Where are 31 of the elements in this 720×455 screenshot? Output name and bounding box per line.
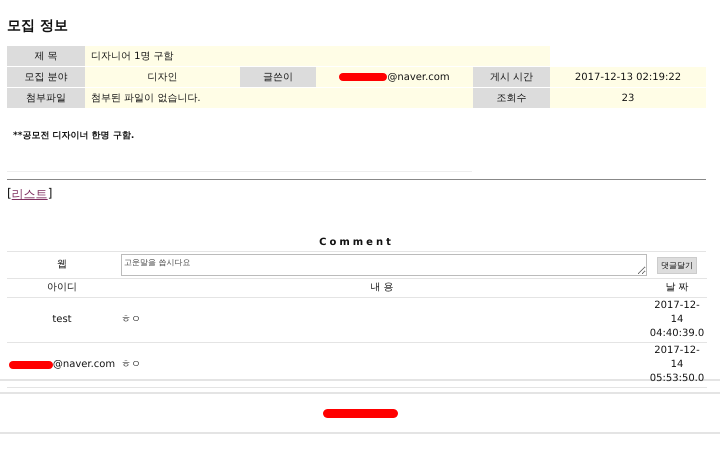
field-label: 제 목 bbox=[7, 46, 85, 67]
field-label: 조회수 bbox=[473, 88, 550, 109]
comment-input[interactable]: 고운말을 씁시다요 bbox=[121, 254, 647, 276]
table-cell: ㅎㅇ bbox=[121, 358, 141, 372]
list-link[interactable]: 리스트 bbox=[12, 186, 48, 203]
field-label: 글쓴이 bbox=[240, 67, 316, 88]
comment-title: Comment bbox=[318, 237, 395, 250]
table-cell: @naver.com bbox=[52, 358, 116, 372]
table-cell: test bbox=[52, 313, 72, 327]
post-body: **공모전 디자이너 한명 구함. bbox=[12, 130, 136, 143]
field-value: 2017-12-13 02:19:22 bbox=[550, 67, 706, 88]
field-value: 23 bbox=[550, 88, 706, 109]
field-value: 첨부된 파일이 없습니다. bbox=[85, 88, 473, 109]
bracket: ] bbox=[48, 186, 52, 202]
column-header: 아이디 bbox=[47, 281, 77, 295]
column-header: 날 짜 bbox=[665, 281, 689, 295]
redaction-mark bbox=[339, 73, 388, 81]
table-cell: 2017-12- 14 05:53:50.0 bbox=[650, 344, 704, 386]
field-label: 모집 분야 bbox=[7, 67, 85, 88]
table-cell: ㅎㅇ bbox=[121, 313, 141, 327]
field-value: 디자니어 1명 구함 bbox=[85, 46, 550, 67]
field-label: 게시 시간 bbox=[473, 67, 550, 88]
page-title: 모집 정보 bbox=[7, 17, 69, 36]
table-cell: 2017-12- 14 04:40:39.0 bbox=[650, 299, 704, 341]
writer-label: 웹 bbox=[57, 258, 67, 272]
field-label: 첨부파일 bbox=[7, 88, 85, 109]
submit-comment-button[interactable]: 댓글달기 bbox=[657, 256, 697, 274]
field-value: @naver.com bbox=[387, 72, 450, 82]
field-value: 디자인 bbox=[85, 67, 240, 88]
bracket: [ bbox=[7, 186, 12, 202]
column-header: 내 용 bbox=[370, 281, 394, 295]
